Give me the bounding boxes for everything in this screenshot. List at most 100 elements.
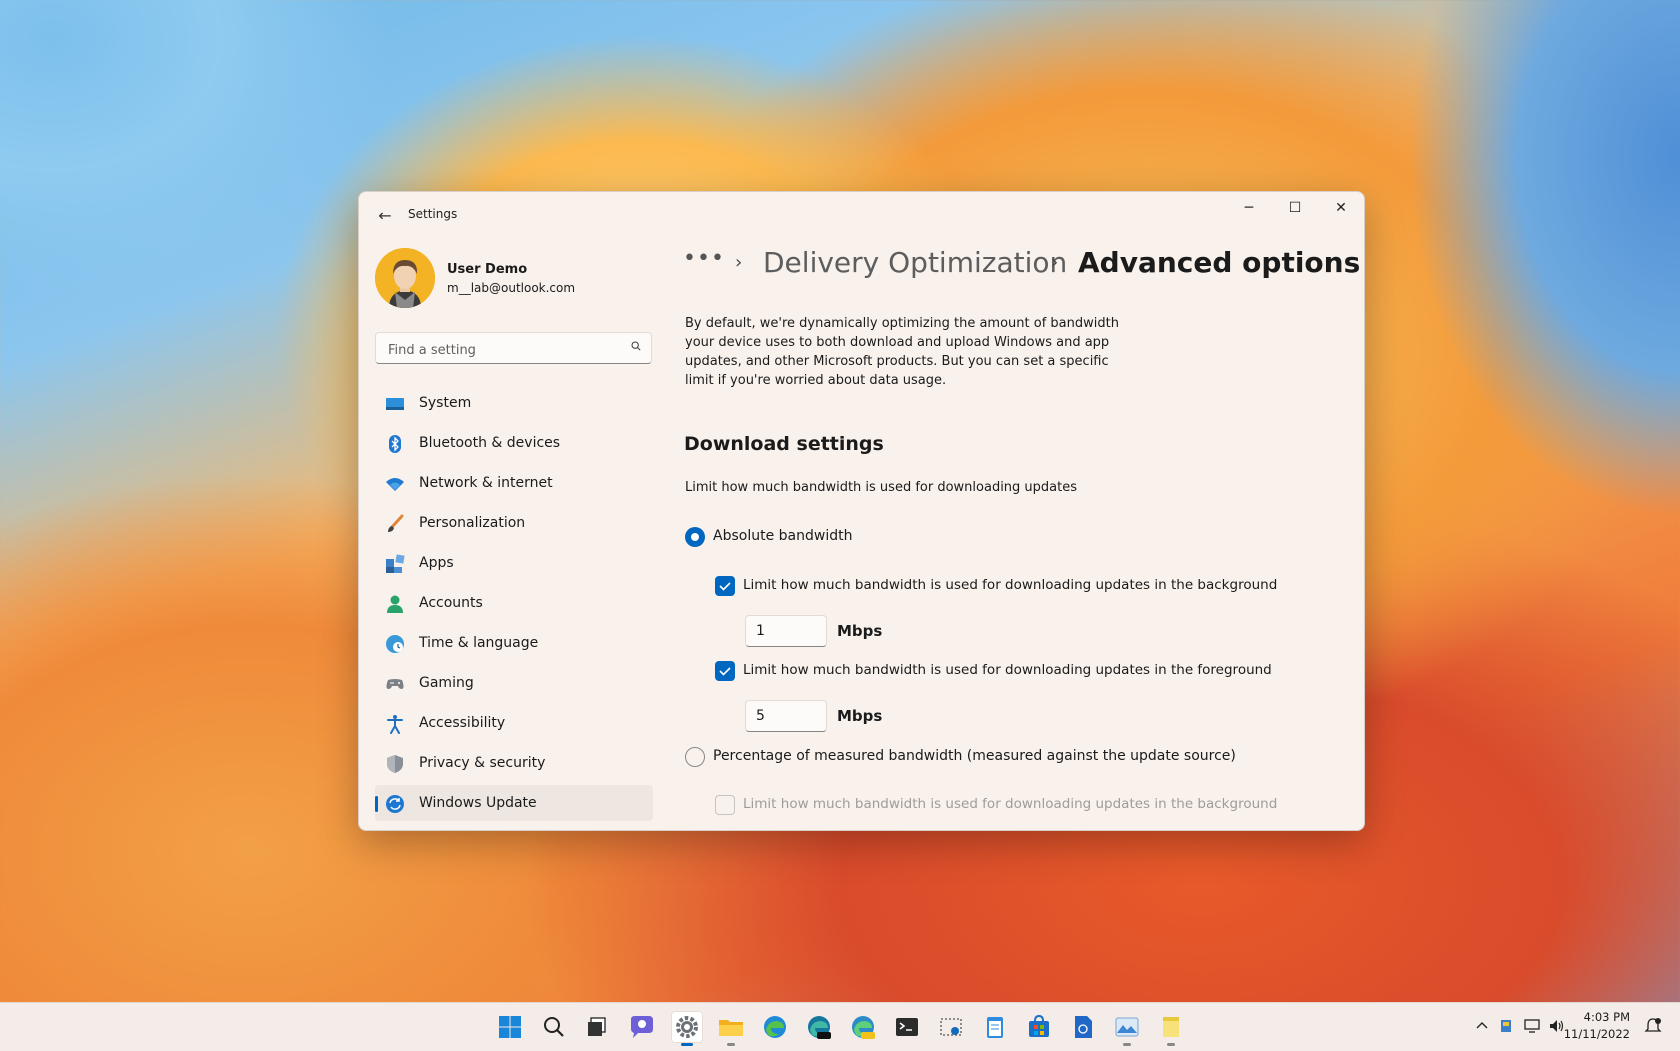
- sidebar-item-label: Gaming: [419, 675, 474, 691]
- clock[interactable]: 4:03 PM 11/11/2022: [1564, 1009, 1630, 1043]
- running-indicator: [727, 1043, 735, 1046]
- back-button[interactable]: ←: [371, 204, 399, 228]
- section-title: Download settings: [684, 433, 884, 455]
- settings-icon[interactable]: [671, 1011, 703, 1046]
- network-icon[interactable]: [1523, 1017, 1541, 1035]
- sidebar-item-apps[interactable]: Apps: [375, 545, 653, 581]
- apps-icon: [386, 554, 405, 573]
- sticky-notes-icon[interactable]: [1155, 1011, 1187, 1046]
- sidebar-item-label: Time & language: [419, 635, 539, 651]
- photos-icon[interactable]: [1111, 1011, 1143, 1046]
- globe-clock-icon: [386, 635, 404, 653]
- notification-icon[interactable]: [1644, 1017, 1662, 1035]
- active-indicator: [681, 1043, 693, 1046]
- percentage-background-label: Limit how much bandwidth is used for dow…: [743, 796, 1278, 812]
- sidebar-item-label: Accounts: [419, 595, 483, 611]
- background-limit-label[interactable]: Limit how much bandwidth is used for dow…: [743, 577, 1277, 593]
- minimize-button[interactable]: ─: [1226, 192, 1272, 224]
- wifi-icon: [386, 478, 404, 491]
- foreground-limit-label[interactable]: Limit how much bandwidth is used for dow…: [743, 662, 1272, 678]
- page-title: Advanced options: [1078, 246, 1361, 279]
- running-indicator: [1167, 1043, 1175, 1046]
- user-name: User Demo: [447, 262, 528, 277]
- breadcrumb-separator: ›: [735, 252, 743, 273]
- notepad-icon[interactable]: [979, 1011, 1011, 1043]
- intro-text: By default, we're dynamically optimizing…: [685, 316, 1119, 388]
- clock-time: 4:03 PM: [1583, 1010, 1630, 1024]
- foreground-bandwidth-input[interactable]: [745, 700, 827, 732]
- sidebar-item-network[interactable]: Network & internet: [375, 465, 653, 501]
- percentage-bandwidth-radio[interactable]: [685, 747, 705, 767]
- settings-window: ← Settings ─ ☐ ✕ User Demo m__lab@outloo…: [358, 191, 1365, 831]
- absolute-bandwidth-radio[interactable]: [685, 527, 705, 547]
- sidebar-item-label: Personalization: [419, 515, 526, 531]
- sidebar-item-bluetooth[interactable]: Bluetooth & devices: [375, 425, 653, 461]
- bluetooth-icon: [389, 435, 401, 453]
- snipping-tool-icon[interactable]: [935, 1011, 967, 1043]
- shield-icon: [387, 755, 403, 773]
- store-icon[interactable]: [1023, 1011, 1055, 1043]
- brush-icon: [388, 514, 404, 532]
- close-button[interactable]: ✕: [1318, 192, 1364, 224]
- person-icon: [387, 595, 403, 613]
- sidebar-item-label: Accessibility: [419, 715, 506, 731]
- foreground-unit: Mbps: [837, 707, 883, 725]
- edge-canary-icon[interactable]: [847, 1011, 879, 1043]
- search-input[interactable]: [386, 339, 620, 361]
- sidebar-item-accessibility[interactable]: Accessibility: [375, 705, 653, 741]
- percentage-background-checkbox: [715, 795, 735, 815]
- chat-icon[interactable]: [626, 1011, 658, 1043]
- clock-date: 11/11/2022: [1563, 1027, 1630, 1041]
- background-bandwidth-input[interactable]: [745, 615, 827, 647]
- app-title: Settings: [408, 207, 458, 221]
- sidebar-item-label: Network & internet: [419, 475, 553, 491]
- foreground-limit-checkbox[interactable]: [715, 661, 735, 681]
- sidebar-item-system[interactable]: System: [375, 385, 653, 421]
- search-box[interactable]: [375, 332, 652, 364]
- percentage-bandwidth-label[interactable]: Percentage of measured bandwidth (measur…: [713, 748, 1236, 764]
- usb-icon[interactable]: [1497, 1017, 1515, 1035]
- edge-beta-icon[interactable]: [803, 1011, 835, 1043]
- search-icon[interactable]: [538, 1011, 570, 1043]
- sidebar-item-label: Privacy & security: [419, 755, 546, 771]
- background-limit-checkbox[interactable]: [715, 576, 735, 596]
- absolute-bandwidth-label[interactable]: Absolute bandwidth: [713, 528, 852, 544]
- edge-icon[interactable]: [759, 1011, 791, 1043]
- sidebar-item-label: System: [419, 395, 472, 411]
- terminal-icon[interactable]: [891, 1011, 923, 1043]
- limit-description: Limit how much bandwidth is used for dow…: [685, 480, 1078, 495]
- accessibility-icon: [387, 715, 403, 734]
- update-icon: [386, 795, 404, 813]
- taskbar: 4:03 PM 11/11/2022: [0, 1002, 1680, 1051]
- windows-start-icon[interactable]: [494, 1011, 526, 1043]
- checkmark-icon: [719, 582, 731, 591]
- breadcrumb-more-button[interactable]: •••: [683, 246, 725, 271]
- breadcrumb-separator: ›: [1051, 252, 1059, 273]
- avatar: [375, 248, 435, 308]
- sidebar-item-accounts[interactable]: Accounts: [375, 585, 653, 621]
- sidebar-item-time-language[interactable]: Time & language: [375, 625, 653, 661]
- background-unit: Mbps: [837, 622, 883, 640]
- title-bar: ← Settings ─ ☐ ✕: [359, 192, 1364, 240]
- file-explorer-icon[interactable]: [715, 1011, 747, 1046]
- sidebar-item-label: Apps: [419, 555, 454, 571]
- search-icon[interactable]: [631, 341, 641, 351]
- sidebar-item-label: Windows Update: [419, 795, 537, 811]
- volume-icon[interactable]: [1547, 1017, 1565, 1035]
- selection-indicator: [375, 796, 378, 812]
- sidebar-nav: System Bluetooth & devices Network & int…: [375, 385, 653, 825]
- task-view-icon[interactable]: [582, 1011, 614, 1043]
- system-icon: [386, 398, 404, 410]
- sidebar-item-windows-update[interactable]: Windows Update: [375, 785, 653, 821]
- checkmark-icon: [719, 667, 731, 676]
- sidebar-item-personalization[interactable]: Personalization: [375, 505, 653, 541]
- user-email: m__lab@outlook.com: [447, 281, 576, 295]
- chevron-up-icon[interactable]: [1473, 1017, 1491, 1035]
- sidebar-item-privacy-security[interactable]: Privacy & security: [375, 745, 653, 781]
- word-doc-icon[interactable]: [1067, 1011, 1099, 1043]
- maximize-button[interactable]: ☐: [1272, 192, 1318, 224]
- sidebar-item-gaming[interactable]: Gaming: [375, 665, 653, 701]
- sidebar-item-label: Bluetooth & devices: [419, 435, 561, 451]
- breadcrumb-parent-link[interactable]: Delivery Optimization: [763, 246, 1067, 279]
- running-indicator: [1123, 1043, 1131, 1046]
